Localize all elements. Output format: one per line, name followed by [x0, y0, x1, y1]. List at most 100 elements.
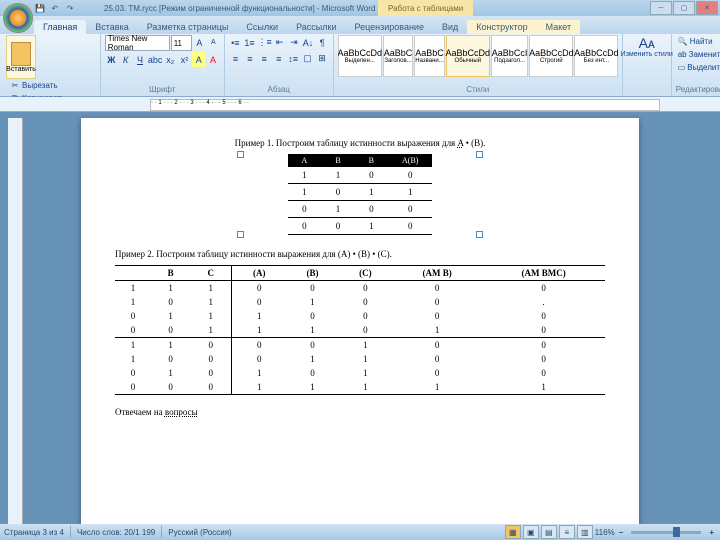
- tab-mailings[interactable]: Рассылки: [287, 20, 345, 34]
- paste-button[interactable]: Вставить: [6, 35, 36, 79]
- find-button[interactable]: 🔍Найти: [676, 35, 720, 48]
- ribbon-tabs: Главная Вставка Разметка страницы Ссылки…: [0, 16, 720, 34]
- font-color-button[interactable]: A: [206, 52, 219, 67]
- shrink-font-button[interactable]: A: [207, 35, 220, 50]
- style-item[interactable]: AaBbCЗаголов...: [383, 35, 414, 77]
- zoom-out-button[interactable]: −: [617, 528, 626, 537]
- style-item[interactable]: AaBbCНазвани...: [414, 35, 445, 77]
- word-count[interactable]: Число слов: 20/1 199: [77, 528, 155, 537]
- show-marks-button[interactable]: ¶: [316, 35, 329, 50]
- page[interactable]: Пример 1. Построим таблицу истинности вы…: [81, 118, 639, 524]
- numbering-button[interactable]: 1≡: [243, 35, 256, 50]
- undo-icon[interactable]: ↶: [49, 2, 61, 14]
- change-styles-button[interactable]: Aᴀ Изменить стили: [627, 35, 667, 77]
- statusbar: Страница 3 из 4 Число слов: 20/1 199 Рус…: [0, 524, 720, 540]
- maximize-button[interactable]: ▢: [673, 1, 695, 15]
- redo-icon[interactable]: ↷: [64, 2, 76, 14]
- indent-button[interactable]: ⇥: [287, 35, 300, 50]
- style-item[interactable]: AaBbCcDdОбычный: [446, 35, 490, 77]
- tab-view[interactable]: Вид: [433, 20, 467, 34]
- style-item[interactable]: AaBbCcIПодзагол...: [491, 35, 529, 77]
- italic-button[interactable]: К: [119, 52, 132, 67]
- style-item[interactable]: AaBbCcDdСтрогий: [529, 35, 573, 77]
- subscript-button[interactable]: x₂: [164, 52, 177, 67]
- justify-button[interactable]: ≡: [272, 51, 285, 66]
- find-icon: 🔍: [678, 37, 688, 47]
- close-button[interactable]: ✕: [696, 1, 718, 15]
- example-2-title: Пример 2. Построим таблицу истинности вы…: [115, 249, 605, 259]
- group-font: Times New Roman 11 A A Ж К Ч abc x₂ x² A…: [101, 34, 225, 96]
- tab-design[interactable]: Конструктор: [467, 20, 536, 34]
- select-button[interactable]: ▭Выделить: [676, 61, 720, 74]
- bullets-button[interactable]: •≡: [229, 35, 242, 50]
- tab-layout[interactable]: Макет: [537, 20, 580, 34]
- replace-button[interactable]: abЗаменить: [676, 48, 720, 61]
- truth-table-2[interactable]: BC(A)(B)(C)(AM B)(AM BMC)111000001010100…: [115, 265, 605, 395]
- style-item[interactable]: AaBbCcDdВыделен...: [338, 35, 382, 77]
- group-clipboard: Вставить ✂Вырезать ⎘Копировать 🖌Формат п…: [2, 34, 101, 96]
- replace-icon: ab: [678, 50, 687, 60]
- tab-home[interactable]: Главная: [34, 20, 86, 34]
- bold-button[interactable]: Ж: [105, 52, 118, 67]
- print-layout-view-button[interactable]: ▦: [505, 525, 521, 539]
- zoom-in-button[interactable]: +: [707, 528, 716, 537]
- group-editing: 🔍Найти abЗаменить ▭Выделить Редактирован…: [672, 34, 720, 96]
- sort-button[interactable]: A↓: [301, 35, 314, 50]
- zoom-slider[interactable]: [631, 531, 701, 534]
- tab-page-layout[interactable]: Разметка страницы: [138, 20, 238, 34]
- highlight-button[interactable]: A: [192, 52, 205, 67]
- align-center-button[interactable]: ≡: [243, 51, 256, 66]
- align-right-button[interactable]: ≡: [258, 51, 271, 66]
- table-handle-icon[interactable]: [476, 151, 483, 158]
- ribbon: Вставить ✂Вырезать ⎘Копировать 🖌Формат п…: [0, 34, 720, 97]
- window-title: 25.03. TM.rycc [Режим ограниченной функц…: [84, 4, 650, 13]
- office-button[interactable]: [3, 3, 33, 33]
- document-area[interactable]: Пример 1. Построим таблицу истинности вы…: [0, 112, 720, 524]
- style-item[interactable]: AaBbCcDdБез инт...: [574, 35, 617, 77]
- table-handle-icon[interactable]: [476, 231, 483, 238]
- draft-view-button[interactable]: ▥: [577, 525, 593, 539]
- grow-font-button[interactable]: A: [193, 35, 206, 50]
- ruler-track: · · 1 · · · 2 · · · 3 · · · 4 · · · 5 · …: [150, 99, 660, 111]
- truth-table-1[interactable]: ABBA(B)1100101101000010: [288, 154, 433, 235]
- group-label: Стили: [338, 84, 618, 95]
- align-left-button[interactable]: ≡: [229, 51, 242, 66]
- answer-text: Отвечаем на вопросы: [115, 407, 605, 417]
- change-styles-icon: Aᴀ: [639, 35, 655, 51]
- zoom-level[interactable]: 116%: [595, 528, 615, 537]
- paste-icon: [11, 42, 31, 66]
- superscript-button[interactable]: x²: [178, 52, 191, 67]
- strike-button[interactable]: abc: [148, 52, 163, 67]
- tab-insert[interactable]: Вставка: [86, 20, 137, 34]
- minimize-button[interactable]: ─: [650, 1, 672, 15]
- borders-button[interactable]: ⊞: [315, 51, 328, 66]
- language-indicator[interactable]: Русский (Россия): [168, 528, 231, 537]
- scissors-icon: ✂: [10, 81, 20, 91]
- shading-button[interactable]: ▢: [301, 51, 314, 66]
- table-handle-icon[interactable]: [237, 231, 244, 238]
- font-size-combo[interactable]: 11: [171, 35, 192, 51]
- tab-review[interactable]: Рецензирование: [345, 20, 433, 34]
- line-spacing-button[interactable]: ↕≡: [286, 51, 299, 66]
- group-label: Абзац: [229, 84, 329, 95]
- save-icon[interactable]: 💾: [34, 2, 46, 14]
- font-name-combo[interactable]: Times New Roman: [105, 35, 170, 51]
- table-handle-icon[interactable]: [237, 151, 244, 158]
- ruler-vertical[interactable]: [8, 118, 23, 524]
- multilevel-button[interactable]: ⋮≡: [257, 35, 272, 50]
- outline-view-button[interactable]: ≡: [559, 525, 575, 539]
- ruler-horizontal[interactable]: · · 1 · · · 2 · · · 3 · · · 4 · · · 5 · …: [0, 97, 720, 112]
- page-indicator[interactable]: Страница 3 из 4: [4, 528, 64, 537]
- select-icon: ▭: [678, 63, 686, 73]
- underline-button[interactable]: Ч: [133, 52, 146, 67]
- group-label: Редактирование: [676, 84, 720, 95]
- full-screen-view-button[interactable]: ▣: [523, 525, 539, 539]
- group-label: Шрифт: [105, 84, 220, 95]
- cut-button[interactable]: ✂Вырезать: [8, 79, 96, 92]
- zoom-thumb[interactable]: [673, 527, 680, 537]
- tab-references[interactable]: Ссылки: [237, 20, 287, 34]
- outdent-button[interactable]: ⇤: [273, 35, 286, 50]
- web-layout-view-button[interactable]: ▤: [541, 525, 557, 539]
- example-1-title: Пример 1. Построим таблицу истинности вы…: [115, 138, 605, 148]
- context-tab-table-tools: Работа с таблицами: [378, 0, 473, 16]
